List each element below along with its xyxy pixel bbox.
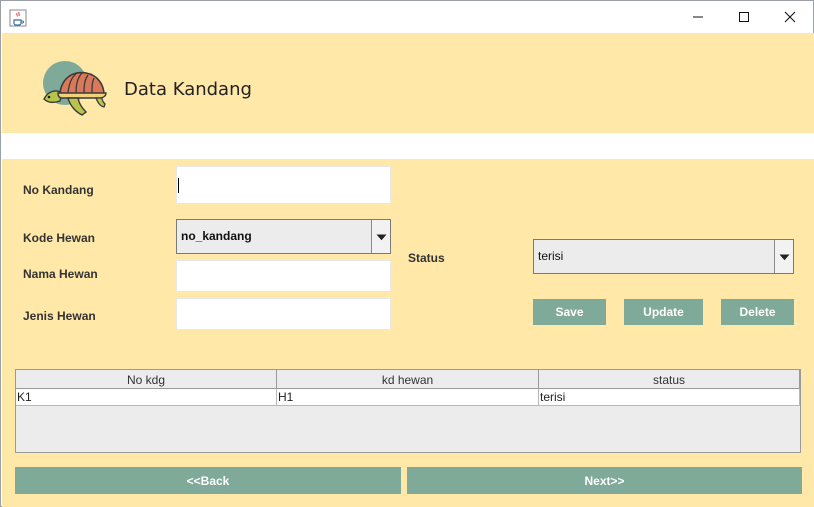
table-row[interactable]: K1 H1 terisi (16, 389, 800, 406)
maximize-icon (738, 11, 750, 23)
status-selected: terisi (538, 249, 564, 263)
status-dropdown-button[interactable] (774, 240, 793, 273)
kode-hewan-dropdown-button[interactable] (371, 220, 390, 253)
no-kandang-field[interactable] (176, 166, 391, 204)
column-header-status[interactable]: status (539, 370, 800, 389)
status-label: Status (408, 251, 445, 265)
kode-hewan-select[interactable]: no_kandang (176, 219, 391, 254)
close-button[interactable] (767, 1, 813, 33)
table-cell-kd-hewan[interactable]: H1 (277, 389, 539, 405)
table-cell-status[interactable]: terisi (539, 389, 800, 405)
jenis-hewan-field[interactable] (176, 298, 391, 330)
chevron-down-icon (376, 228, 387, 246)
nama-hewan-field[interactable] (176, 260, 391, 292)
column-header-kd-hewan[interactable]: kd hewan (277, 370, 539, 389)
status-select[interactable]: terisi (533, 239, 794, 274)
delete-button[interactable]: Delete (721, 299, 794, 325)
column-header-no-kdg[interactable]: No kdg (16, 370, 277, 389)
maximize-button[interactable] (721, 1, 767, 33)
jenis-hewan-label: Jenis Hewan (23, 309, 96, 323)
minimize-icon (692, 11, 704, 23)
table-cell-no-kdg[interactable]: K1 (16, 389, 277, 405)
page-title: Data Kandang (124, 79, 252, 100)
close-icon (784, 11, 796, 23)
header-divider (2, 133, 814, 159)
kode-hewan-selected: no_kandang (181, 229, 252, 243)
next-button[interactable]: Next>> (407, 467, 802, 494)
no-kandang-label: No Kandang (23, 183, 94, 197)
page-header: Data Kandang (2, 33, 814, 133)
application-window: Data Kandang No Kandang Kode Hewan no_ka… (0, 0, 814, 507)
minimize-button[interactable] (675, 1, 721, 33)
nama-hewan-label: Nama Hewan (23, 267, 98, 281)
update-button[interactable]: Update (624, 299, 703, 325)
chevron-down-icon (779, 248, 790, 266)
table-header: No kdg kd hewan status (16, 370, 800, 389)
back-button[interactable]: <<Back (15, 467, 401, 494)
kode-hewan-label: Kode Hewan (23, 231, 96, 245)
turtle-icon (38, 57, 108, 121)
save-button[interactable]: Save (533, 299, 606, 325)
main-panel: Data Kandang No Kandang Kode Hewan no_ka… (2, 33, 814, 507)
title-bar[interactable] (1, 1, 813, 33)
kandang-table[interactable]: No kdg kd hewan status K1 H1 terisi (15, 369, 801, 453)
text-caret (178, 178, 179, 193)
java-cup-icon (9, 9, 27, 27)
